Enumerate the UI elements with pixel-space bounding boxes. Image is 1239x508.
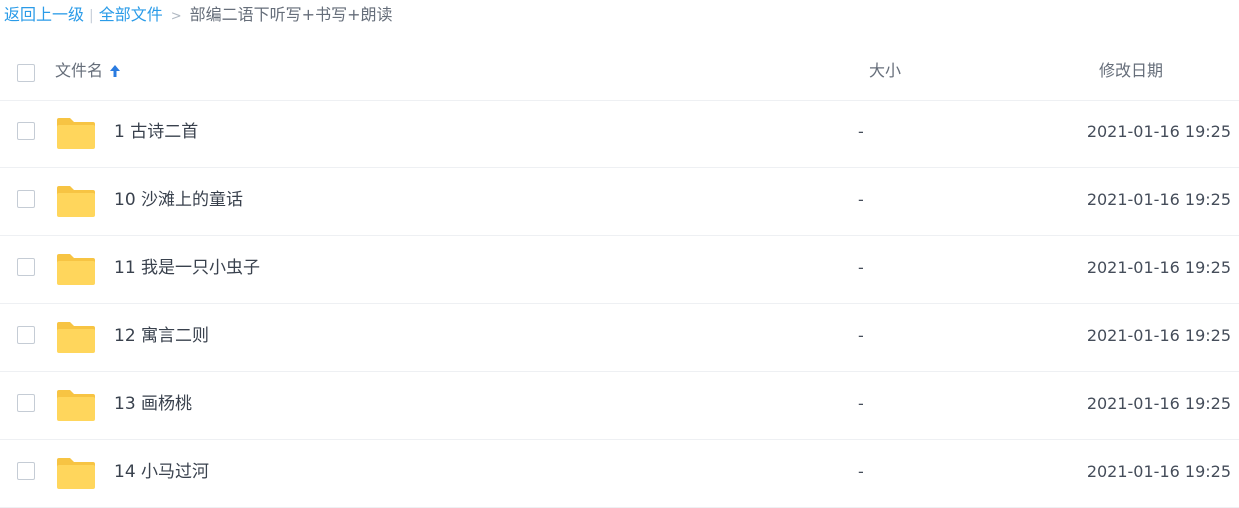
- folder-icon: [57, 118, 95, 149]
- folder-icon: [57, 458, 95, 489]
- arrow-up-icon[interactable]: [109, 61, 121, 85]
- file-size: -: [858, 122, 864, 141]
- file-size: -: [858, 394, 864, 413]
- folder-icon: [57, 186, 95, 217]
- file-size: -: [858, 258, 864, 277]
- file-modified-date: 2021-01-16 19:25: [1086, 326, 1231, 345]
- file-size: -: [858, 326, 864, 345]
- row-checkbox[interactable]: [17, 122, 35, 140]
- file-size: -: [858, 462, 864, 481]
- row-checkbox[interactable]: [17, 462, 35, 480]
- folder-icon: [57, 322, 95, 353]
- file-name[interactable]: 14 小马过河: [114, 460, 209, 484]
- row-checkbox[interactable]: [17, 258, 35, 276]
- table-row[interactable]: 12 寓言二则 - 2021-01-16 19:25: [0, 304, 1239, 372]
- file-modified-date: 2021-01-16 19:25: [1086, 394, 1231, 413]
- table-row[interactable]: 13 画杨桃 - 2021-01-16 19:25: [0, 372, 1239, 440]
- row-checkbox[interactable]: [17, 326, 35, 344]
- breadcrumb: 返回上一级 | 全部文件 > 部编二语下听写+书写+朗读: [4, 4, 392, 26]
- file-name[interactable]: 12 寓言二则: [114, 324, 209, 348]
- breadcrumb-separator: |: [89, 8, 94, 24]
- table-header: 文件名 大小 修改日期: [0, 44, 1239, 101]
- row-checkbox[interactable]: [17, 190, 35, 208]
- table-row[interactable]: 10 沙滩上的童话 - 2021-01-16 19:25: [0, 168, 1239, 236]
- file-list: 1 古诗二首 - 2021-01-16 19:25 10 沙滩上的童话 - 20…: [0, 100, 1239, 508]
- back-link[interactable]: 返回上一级: [4, 5, 84, 24]
- name-column-label: 文件名: [55, 61, 104, 80]
- table-row[interactable]: 1 古诗二首 - 2021-01-16 19:25: [0, 100, 1239, 168]
- file-modified-date: 2021-01-16 19:25: [1086, 462, 1231, 481]
- all-files-link[interactable]: 全部文件: [99, 5, 163, 24]
- breadcrumb-arrow: >: [170, 9, 182, 24]
- table-row[interactable]: 14 小马过河 - 2021-01-16 19:25: [0, 440, 1239, 508]
- file-modified-date: 2021-01-16 19:25: [1086, 190, 1231, 209]
- folder-icon: [57, 254, 95, 285]
- name-column-header[interactable]: 文件名: [55, 59, 121, 85]
- current-folder: 部编二语下听写+书写+朗读: [189, 5, 393, 24]
- size-column-header[interactable]: 大小: [869, 59, 901, 83]
- file-modified-date: 2021-01-16 19:25: [1086, 122, 1231, 141]
- file-size: -: [858, 190, 864, 209]
- file-name[interactable]: 1 古诗二首: [114, 120, 198, 144]
- select-all-checkbox[interactable]: [17, 64, 35, 82]
- file-modified-date: 2021-01-16 19:25: [1086, 258, 1231, 277]
- modified-column-header[interactable]: 修改日期: [1099, 59, 1163, 83]
- file-name[interactable]: 11 我是一只小虫子: [114, 256, 260, 280]
- file-name[interactable]: 13 画杨桃: [114, 392, 192, 416]
- table-row[interactable]: 11 我是一只小虫子 - 2021-01-16 19:25: [0, 236, 1239, 304]
- row-checkbox[interactable]: [17, 394, 35, 412]
- folder-icon: [57, 390, 95, 421]
- file-name[interactable]: 10 沙滩上的童话: [114, 188, 243, 212]
